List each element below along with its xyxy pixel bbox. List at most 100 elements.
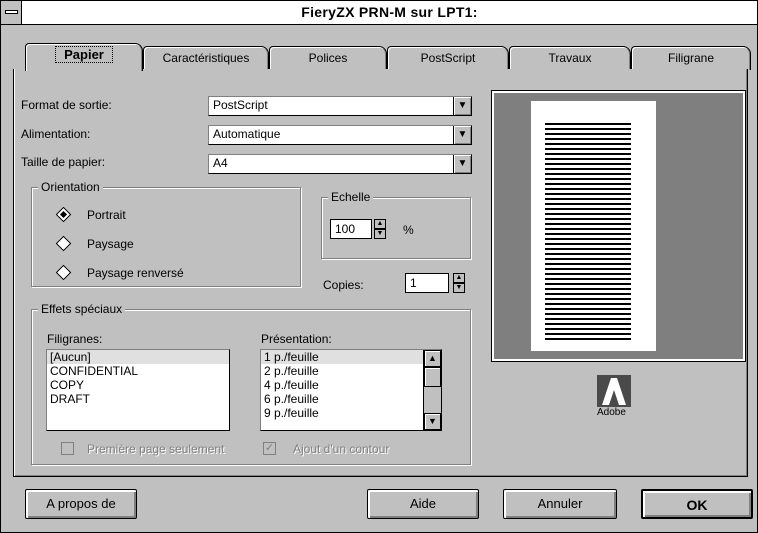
paysage-label[interactable]: Paysage bbox=[87, 237, 134, 251]
tab-polices[interactable]: Polices bbox=[269, 46, 387, 70]
tab-papier[interactable]: Papier bbox=[25, 43, 143, 71]
preview-text-line bbox=[545, 328, 631, 330]
dropdown-arrow-icon[interactable]: ▼ bbox=[453, 155, 471, 173]
preview-text-line bbox=[545, 163, 631, 165]
tab-postscript[interactable]: PostScript bbox=[387, 46, 509, 70]
echelle-spinner[interactable]: ▲ ▼ bbox=[374, 219, 386, 239]
preview-text-line bbox=[545, 308, 631, 310]
paysage-renverse-label[interactable]: Paysage renversé bbox=[87, 266, 184, 280]
preview-text-line bbox=[545, 158, 631, 160]
preview-text-line bbox=[545, 283, 631, 285]
preview-text-line bbox=[545, 238, 631, 240]
list-item[interactable]: 2 p./feuille bbox=[261, 364, 441, 378]
format-select[interactable]: PostScript ▼ bbox=[208, 96, 472, 116]
preview-text-line bbox=[545, 128, 631, 130]
presentation-label: Présentation: bbox=[261, 332, 332, 346]
preview-text-line bbox=[545, 138, 631, 140]
list-item[interactable]: 9 p./feuille bbox=[261, 406, 441, 420]
list-item[interactable]: [Aucun] bbox=[47, 350, 229, 364]
dropdown-arrow-icon[interactable]: ▼ bbox=[453, 126, 471, 144]
preview-text-line bbox=[545, 248, 631, 250]
alimentation-select[interactable]: Automatique ▼ bbox=[208, 125, 472, 145]
ajout-contour-checkbox[interactable]: ✓ bbox=[263, 442, 276, 455]
preview-text-line bbox=[545, 218, 631, 220]
preview-text-line bbox=[545, 168, 631, 170]
preview-text-line bbox=[545, 298, 631, 300]
about-button[interactable]: A propos de bbox=[25, 489, 137, 519]
preview-text-line bbox=[545, 143, 631, 145]
spin-up-icon[interactable]: ▲ bbox=[374, 219, 386, 229]
echelle-legend: Echelle bbox=[328, 190, 374, 204]
preview-text-line bbox=[545, 123, 631, 125]
tab-filigrane[interactable]: Filigrane bbox=[631, 46, 751, 70]
premiere-page-checkbox[interactable] bbox=[61, 442, 74, 455]
scroll-up-icon[interactable]: ▲ bbox=[424, 350, 441, 367]
help-button[interactable]: Aide bbox=[367, 489, 479, 519]
preview-text-line bbox=[545, 278, 631, 280]
dropdown-arrow-icon[interactable]: ▼ bbox=[453, 97, 471, 115]
preview-text-line bbox=[545, 333, 631, 335]
list-item[interactable]: DRAFT bbox=[47, 392, 229, 406]
preview-text-line bbox=[545, 233, 631, 235]
scroll-thumb[interactable] bbox=[424, 367, 441, 387]
preview-text-line bbox=[545, 318, 631, 320]
format-value: PostScript bbox=[213, 98, 268, 112]
cancel-button[interactable]: Annuler bbox=[503, 489, 617, 519]
preview-text-line bbox=[545, 193, 631, 195]
list-item[interactable]: 1 p./feuille bbox=[261, 350, 441, 364]
preview-text-line bbox=[545, 303, 631, 305]
preview-text-line bbox=[545, 258, 631, 260]
preview-text-line bbox=[545, 228, 631, 230]
list-item[interactable]: 4 p./feuille bbox=[261, 378, 441, 392]
premiere-page-label: Première page seulement bbox=[87, 442, 225, 456]
orientation-legend: Orientation bbox=[38, 180, 103, 194]
filigranes-list[interactable]: [Aucun] CONFIDENTIAL COPY DRAFT bbox=[46, 349, 230, 431]
radio-portrait[interactable] bbox=[55, 206, 72, 223]
preview-text-line bbox=[545, 153, 631, 155]
taille-label: Taille de papier: bbox=[21, 155, 106, 169]
echelle-input[interactable]: 100 bbox=[330, 219, 372, 239]
list-item[interactable]: COPY bbox=[47, 378, 229, 392]
portrait-label[interactable]: Portrait bbox=[87, 208, 126, 222]
preview-text-line bbox=[545, 263, 631, 265]
preview-text-line bbox=[545, 223, 631, 225]
preview-text-line bbox=[545, 288, 631, 290]
spin-up-icon[interactable]: ▲ bbox=[453, 273, 465, 283]
taille-value: A4 bbox=[213, 156, 228, 170]
presentation-list[interactable]: 1 p./feuille 2 p./feuille 4 p./feuille 6… bbox=[260, 349, 442, 431]
page-preview bbox=[492, 91, 745, 361]
format-label: Format de sortie: bbox=[21, 98, 112, 112]
effets-legend: Effets spéciaux bbox=[38, 302, 126, 316]
spin-down-icon[interactable]: ▼ bbox=[453, 283, 465, 293]
preview-text-line bbox=[545, 293, 631, 295]
scroll-down-icon[interactable]: ▼ bbox=[424, 413, 441, 430]
copies-input[interactable]: 1 bbox=[405, 273, 449, 293]
filigranes-label: Filigranes: bbox=[47, 332, 103, 346]
printer-dialog: FieryZX PRN-M sur LPT1: Papier Caractéri… bbox=[0, 0, 758, 533]
preview-text-line bbox=[545, 273, 631, 275]
preview-text-line bbox=[545, 188, 631, 190]
copies-label: Copies: bbox=[323, 278, 364, 292]
preview-text-line bbox=[545, 268, 631, 270]
list-item[interactable]: 6 p./feuille bbox=[261, 392, 441, 406]
list-item[interactable]: CONFIDENTIAL bbox=[47, 364, 229, 378]
preview-text-line bbox=[545, 173, 631, 175]
tab-caracteristiques[interactable]: Caractéristiques bbox=[143, 46, 269, 70]
ajout-contour-label: Ajout d'un contour bbox=[293, 442, 390, 456]
preview-text-line bbox=[545, 208, 631, 210]
preview-paper bbox=[531, 101, 656, 351]
system-menu-button[interactable] bbox=[1, 1, 22, 24]
echelle-unit: % bbox=[403, 223, 414, 237]
ok-button[interactable]: OK bbox=[641, 489, 753, 519]
radio-paysage-renverse[interactable] bbox=[55, 264, 72, 281]
presentation-scrollbar[interactable]: ▲ ▼ bbox=[423, 350, 441, 430]
copies-spinner[interactable]: ▲ ▼ bbox=[453, 273, 465, 293]
tab-travaux[interactable]: Travaux bbox=[509, 46, 631, 70]
radio-paysage[interactable] bbox=[55, 235, 72, 252]
preview-text-line bbox=[545, 198, 631, 200]
preview-text-line bbox=[545, 183, 631, 185]
taille-select[interactable]: A4 ▼ bbox=[208, 154, 472, 174]
preview-text-line bbox=[545, 148, 631, 150]
spin-down-icon[interactable]: ▼ bbox=[374, 229, 386, 239]
adobe-logo-icon bbox=[594, 375, 634, 409]
